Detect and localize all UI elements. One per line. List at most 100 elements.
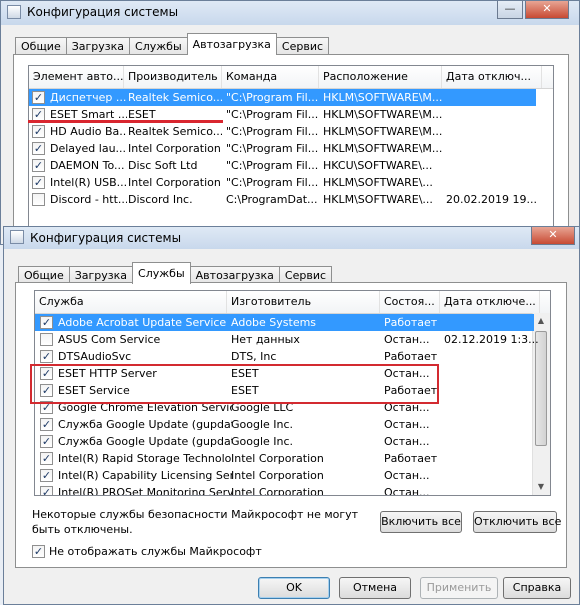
table-row[interactable]: ✓ DAEMON To... Disc Soft Ltd "C:\Program Fi… xyxy=(29,157,536,174)
table-cell: Intel(R) Capability Licensing Service... xyxy=(58,469,232,482)
help-button[interactable]: Справка xyxy=(503,577,571,599)
minimize-icon[interactable]: — xyxy=(497,1,523,19)
table-cell xyxy=(440,382,540,399)
security-note: Некоторые службы безопасности Майкрософт… xyxy=(32,508,359,536)
table-row[interactable]: ✓ Intel(R) Capability Licensing Service..… xyxy=(35,467,534,484)
table-cell: HKLM\SOFTWARE\M... xyxy=(323,108,442,121)
tab-startup[interactable]: Автозагрузка xyxy=(186,33,277,55)
table-row[interactable]: ✓ Intel(R) USB... Intel Corporation "C:\Pro… xyxy=(29,174,536,191)
table-row[interactable]: ASUS Com Service Нет данных Остан... 02.12.… xyxy=(35,331,539,348)
table-row[interactable]: ✓ HD Audio Ba... Realtek Semico... "C:\Prog… xyxy=(29,123,536,140)
startup-list-header: Элемент авто... Производитель Команда Распо… xyxy=(29,66,553,89)
check-icon: ✓ xyxy=(41,486,52,496)
tab-tools[interactable]: Сервис xyxy=(275,37,330,55)
row-checkbox[interactable]: ✓ xyxy=(40,435,53,448)
column-header[interactable]: Команда xyxy=(222,66,319,88)
table-cell: Discord - htt... xyxy=(50,193,127,206)
table-row[interactable]: ✓ Диспетчер ... Realtek Semico... "C:\Progr… xyxy=(29,89,536,106)
table-cell: Остан... xyxy=(384,333,430,346)
table-row[interactable]: Discord - htt... Discord Inc. C:\ProgramDa… xyxy=(29,191,537,208)
table-cell: ASUS Com Service xyxy=(58,333,161,346)
front-window-title: Конфигурация системы xyxy=(30,231,182,245)
table-cell: HKLM\SOFTWARE\... xyxy=(323,176,433,189)
disable-all-button[interactable]: Отключить все xyxy=(473,511,561,533)
table-cell xyxy=(442,123,542,140)
table-cell xyxy=(442,89,542,106)
front-window: Конфигурация системы ✕ Общие Загрузка Служ… xyxy=(3,226,580,605)
column-header[interactable]: Производитель xyxy=(124,66,222,88)
table-cell xyxy=(440,433,540,450)
table-cell: Работает xyxy=(384,350,438,363)
check-icon: ✓ xyxy=(41,452,52,465)
row-checkbox[interactable]: ✓ xyxy=(40,469,53,482)
table-cell xyxy=(442,140,542,157)
check-icon: ✓ xyxy=(33,176,44,189)
check-icon: ✓ xyxy=(33,91,44,104)
check-icon: ✓ xyxy=(33,545,44,558)
back-title-bar: Конфигурация системы — ✕ xyxy=(1,1,579,25)
table-cell: C:\ProgramDat... xyxy=(226,193,318,206)
row-checkbox[interactable]: ✓ xyxy=(40,486,53,496)
apply-button[interactable]: Применить xyxy=(420,577,498,599)
row-checkbox[interactable]: ✓ xyxy=(32,125,45,138)
tab-services[interactable]: Службы xyxy=(132,262,191,284)
row-checkbox[interactable]: ✓ xyxy=(40,350,53,363)
column-header[interactable]: Расположение xyxy=(319,66,442,88)
table-cell xyxy=(442,174,542,191)
table-cell: Google Inc. xyxy=(231,435,294,448)
table-row[interactable]: ✓ Delayed lau... Intel Corporation "C:\Prog… xyxy=(29,140,536,157)
table-row[interactable]: ✓ Служба Google Update (gupdatem)Google I… xyxy=(35,433,534,450)
column-header[interactable]: Служба xyxy=(35,291,227,313)
check-icon: ✓ xyxy=(33,125,44,138)
check-icon: ✓ xyxy=(33,142,44,155)
close-icon[interactable]: ✕ xyxy=(525,1,569,19)
table-cell xyxy=(440,365,540,382)
close-icon[interactable]: ✕ xyxy=(531,227,575,245)
table-cell xyxy=(440,399,540,416)
row-checkbox[interactable]: ✓ xyxy=(32,159,45,172)
column-header[interactable]: Дата отключ... xyxy=(442,66,542,88)
tab-boot[interactable]: Загрузка xyxy=(65,37,131,55)
row-checkbox[interactable]: ✓ xyxy=(40,418,53,431)
check-icon: ✓ xyxy=(41,418,52,431)
table-cell: Работает xyxy=(384,452,438,465)
tab-general[interactable]: Общие xyxy=(15,37,67,55)
table-row[interactable]: ✓ Intel(R) PROSet Monitoring Service Intel… xyxy=(35,484,534,496)
table-row[interactable]: ✓ Intel(R) Rapid Storage Technology Intel … xyxy=(35,450,534,467)
row-checkbox[interactable]: ✓ xyxy=(40,452,53,465)
table-cell xyxy=(442,157,542,174)
check-icon: ✓ xyxy=(33,159,44,172)
table-cell xyxy=(440,348,540,365)
table-cell: Intel(R) USB... xyxy=(50,176,127,189)
table-cell: 20.02.2019 19... xyxy=(446,193,537,206)
check-icon: ✓ xyxy=(41,435,52,448)
table-cell xyxy=(440,484,540,495)
table-cell: Realtek Semico... xyxy=(128,91,222,104)
table-row[interactable]: ✓ Служба Google Update (gupdate) Google In… xyxy=(35,416,534,433)
table-row[interactable]: ✓ DTSAudioSvc DTS, Inc Работает xyxy=(35,348,534,365)
row-checkbox[interactable]: ✓ xyxy=(32,142,45,155)
table-row[interactable]: ✓ Adobe Acrobat Update Service Adobe Syste… xyxy=(35,314,534,331)
table-cell: Intel Corporation xyxy=(128,176,221,189)
ok-button[interactable]: OK xyxy=(258,577,330,599)
column-header[interactable]: Дата отключе... xyxy=(440,291,540,313)
startup-list[interactable]: Элемент авто... Производитель Команда Распо… xyxy=(28,65,554,243)
enable-all-button[interactable]: Включить все xyxy=(380,511,462,533)
row-checkbox[interactable]: ✓ xyxy=(40,316,53,329)
hide-ms-checkbox[interactable]: ✓ xyxy=(32,545,45,558)
column-header[interactable]: Элемент авто... xyxy=(29,66,124,88)
row-checkbox[interactable] xyxy=(40,333,53,346)
check-icon: ✓ xyxy=(41,469,52,482)
table-cell xyxy=(440,467,540,484)
tab-services[interactable]: Службы xyxy=(129,37,188,55)
table-cell: Остан... xyxy=(384,469,430,482)
row-checkbox[interactable]: ✓ xyxy=(32,91,45,104)
column-header[interactable]: Состоя... xyxy=(380,291,440,313)
app-icon xyxy=(7,5,21,19)
cancel-button[interactable]: Отмена xyxy=(339,577,411,599)
column-header[interactable]: Изготовитель xyxy=(227,291,380,313)
row-checkbox[interactable] xyxy=(32,193,45,206)
row-checkbox[interactable]: ✓ xyxy=(32,176,45,189)
table-cell: HKLM\SOFTWARE\M... xyxy=(323,91,442,104)
front-title-bar: Конфигурация системы ✕ xyxy=(4,227,579,249)
